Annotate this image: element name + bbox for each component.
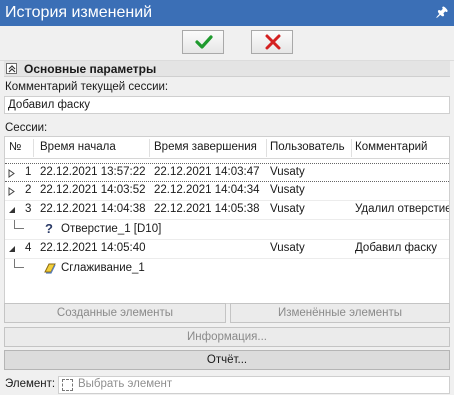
comment-label: Комментарий текущей сессии:	[5, 81, 169, 93]
collapse-icon[interactable]	[6, 63, 17, 74]
row-user: Vusaty	[270, 166, 305, 178]
column-header-start[interactable]: Время начала	[40, 141, 116, 153]
row-user: Vusaty	[270, 242, 305, 254]
row-end: 22.12.2021 14:05:38	[154, 203, 260, 215]
tree-connector	[14, 220, 24, 229]
column-header-end[interactable]: Время завершения	[154, 141, 257, 153]
select-element-icon	[62, 379, 73, 391]
row-end: 22.12.2021 14:04:34	[154, 184, 260, 196]
section-title: Основные параметры	[24, 62, 157, 76]
row-start: 22.12.2021 14:03:52	[40, 184, 146, 196]
table-row[interactable]: 2 22.12.2021 14:03:52 22.12.2021 14:04:3…	[5, 182, 449, 201]
column-header-user[interactable]: Пользователь	[270, 141, 345, 153]
title-bar: История изменений 🖈	[0, 0, 454, 26]
row-number: 4	[25, 242, 32, 254]
sessions-label: Сессии:	[5, 122, 48, 134]
pin-icon[interactable]: 🖈	[436, 4, 448, 20]
list-item[interactable]: ? Отверстие_1 [D10]	[5, 220, 449, 240]
tree-connector	[14, 259, 24, 268]
info-button[interactable]: Информация...	[4, 327, 450, 347]
row-start: 22.12.2021 14:04:38	[40, 203, 146, 215]
row-user: Vusaty	[270, 184, 305, 196]
window-title: История изменений	[5, 4, 153, 21]
row-comment: Удалил отверстие	[355, 203, 450, 215]
ok-button[interactable]	[182, 30, 224, 54]
modified-elements-button[interactable]: Изменённые элементы	[230, 303, 450, 323]
column-header-comment[interactable]: Комментарий	[355, 141, 427, 153]
row-number: 1	[25, 166, 32, 178]
row-number: 2	[25, 184, 32, 196]
row-user: Vusaty	[270, 203, 305, 215]
row-end: 22.12.2021 14:03:47	[154, 166, 260, 178]
table-row[interactable]: 3 22.12.2021 14:04:38 22.12.2021 14:05:3…	[5, 201, 450, 220]
collapse-arrow-icon[interactable]	[8, 206, 16, 215]
sessions-table: № Время начала Время завершения Пользова…	[4, 136, 450, 304]
checkmark-icon	[195, 35, 213, 49]
expand-arrow-icon[interactable]	[8, 187, 16, 196]
row-number: 3	[25, 203, 32, 215]
element-placeholder: Выбрать элемент	[78, 378, 173, 390]
child-feature: Сглаживание_1	[61, 262, 145, 274]
toolbar	[0, 26, 454, 60]
cancel-button[interactable]	[251, 30, 293, 54]
table-header: № Время начала Время завершения Пользова…	[5, 137, 449, 159]
cross-icon	[265, 34, 281, 50]
child-feature: Отверстие_1 [D10]	[61, 223, 162, 235]
table-row[interactable]: 1 22.12.2021 13:57:22 22.12.2021 14:03:4…	[5, 163, 449, 182]
element-label: Элемент:	[5, 378, 56, 390]
element-picker[interactable]: Выбрать элемент	[58, 376, 450, 394]
expand-arrow-icon[interactable]	[8, 169, 16, 178]
section-header[interactable]: Основные параметры	[4, 61, 450, 77]
column-header-num[interactable]: №	[9, 141, 21, 153]
question-icon: ?	[45, 221, 53, 236]
report-button[interactable]: Отчёт...	[4, 350, 450, 370]
collapse-arrow-icon[interactable]	[8, 245, 16, 254]
fillet-icon	[44, 263, 56, 274]
comment-field[interactable]: Добавил фаску	[4, 96, 450, 114]
properties-panel: Основные параметры Комментарий текущей с…	[0, 60, 454, 395]
created-elements-button[interactable]: Созданные элементы	[4, 303, 226, 323]
element-row: Элемент: Выбрать элемент	[0, 375, 454, 395]
row-start: 22.12.2021 14:05:40	[40, 242, 146, 254]
row-comment: Добавил фаску	[355, 242, 437, 254]
row-start: 22.12.2021 13:57:22	[40, 166, 146, 178]
list-item[interactable]: Сглаживание_1	[5, 259, 449, 281]
table-row[interactable]: 4 22.12.2021 14:05:40 Vusaty Добавил фас…	[5, 240, 449, 259]
